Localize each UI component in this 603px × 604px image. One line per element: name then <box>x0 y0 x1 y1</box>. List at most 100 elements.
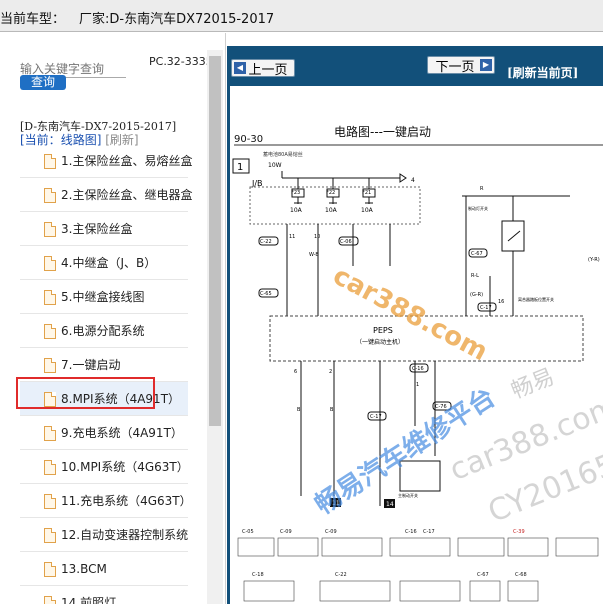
svg-text:W-B: W-B <box>309 252 319 258</box>
svg-text:C-06: C-06 <box>340 239 352 245</box>
brake-switch-label: 制动灯开关 <box>468 205 488 211</box>
topic-tree: 1.主保险丝盒、易熔丝盒 2.主保险丝盒、继电器盒 3.主保险丝盒 4.中继盒（… <box>20 144 192 604</box>
arrow-right-icon: ▶ <box>480 59 492 71</box>
file-icon <box>44 494 56 509</box>
peps-module-outline <box>269 315 584 362</box>
svg-text:C-09: C-09 <box>280 529 292 535</box>
svg-text:(Y-R): (Y-R) <box>588 257 600 263</box>
tree-item-label: 9.充电系统（4A91T） <box>61 426 183 440</box>
file-icon <box>44 188 56 203</box>
svg-text:14: 14 <box>386 501 394 508</box>
sidebar-scrollbar[interactable] <box>207 50 223 604</box>
prev-page-label: 上一页 <box>248 62 288 78</box>
peps-label: PEPS <box>373 326 393 335</box>
tree-item[interactable]: 12.自动变速器控制系统 <box>20 518 188 552</box>
tree-item[interactable]: 5.中继盒接线图 <box>20 280 188 314</box>
right-module-label: 离合器踏板位置开关 <box>518 296 554 302</box>
file-icon <box>44 426 56 441</box>
svg-text:C-09: C-09 <box>325 529 337 535</box>
arrow-left-icon: ◀ <box>234 62 246 74</box>
current-vehicle-value: 厂家:D-东南汽车DX72015-2017 <box>79 12 275 27</box>
tree-item[interactable]: 13.BCM <box>20 552 188 586</box>
tree-item-label: 10.MPI系统（4G63T） <box>61 460 189 474</box>
prev-page-button[interactable]: ◀ 上一页 <box>231 59 295 78</box>
svg-text:10A: 10A <box>325 207 338 214</box>
file-icon <box>44 222 56 237</box>
svg-text:C-05: C-05 <box>242 529 254 535</box>
tree-item[interactable]: 14.前照灯 <box>20 586 188 604</box>
file-icon <box>44 392 56 407</box>
tree-item-selected[interactable]: 8.MPI系统（4A91T） <box>20 382 188 416</box>
svg-text:C-76: C-76 <box>435 404 447 410</box>
svg-text:10A: 10A <box>361 207 374 214</box>
svg-text:10A: 10A <box>290 207 303 214</box>
jb-label: J/B <box>251 179 263 188</box>
file-icon <box>44 256 56 271</box>
svg-text:11: 11 <box>289 234 295 240</box>
svg-text:C-18: C-18 <box>252 572 264 578</box>
section-number: 1 <box>237 162 243 173</box>
svg-text:11: 11 <box>332 500 340 507</box>
tree-item-label: 12.自动变速器控制系统 <box>61 528 189 542</box>
wiring-diagram: 90-30 电路图---一键启动 1 J/B 蓄电池80A易熔丝 10W 4 F… <box>232 124 603 602</box>
tree-item[interactable]: 9.充电系统（4A91T） <box>20 416 188 450</box>
next-page-label: 下一页 <box>435 59 475 75</box>
file-icon <box>44 528 56 543</box>
tree-item[interactable]: 2.主保险丝盒、继电器盒 <box>20 178 192 212</box>
tree-item[interactable]: 1.主保险丝盒、易熔丝盒 <box>20 144 192 178</box>
file-icon <box>44 358 56 373</box>
tree-item[interactable]: 6.电源分配系统 <box>20 314 188 348</box>
svg-text:C-17: C-17 <box>423 529 435 535</box>
doc-code: PC.32-3335 <box>149 55 213 68</box>
svg-text:C-22: C-22 <box>335 572 347 578</box>
page-code: 90-30 <box>234 134 263 145</box>
svg-text:B: B <box>297 407 301 413</box>
tree-item-label: 6.电源分配系统 <box>61 324 145 338</box>
tree-item-label: 7.一键启动 <box>61 358 121 372</box>
svg-text:R: R <box>480 186 484 192</box>
svg-text:F22: F22 <box>326 190 335 196</box>
next-page-button[interactable]: 下一页 ▶ <box>427 56 495 75</box>
tree-item[interactable]: 10.MPI系统（4G63T） <box>20 450 189 484</box>
tree-item-label: 11.充电系统（4G63T） <box>61 494 192 508</box>
svg-text:F23: F23 <box>291 190 300 196</box>
file-icon <box>44 324 56 339</box>
svg-text:C-39: C-39 <box>513 529 525 535</box>
svg-text:4: 4 <box>411 177 415 184</box>
tree-item[interactable]: 4.中继盒（J、B） <box>20 246 188 280</box>
fuse-note: 蓄电池80A易熔丝 <box>263 151 303 158</box>
svg-text:C-22: C-22 <box>260 239 272 245</box>
tree-item[interactable]: 3.主保险丝盒 <box>20 212 188 246</box>
svg-text:C-17: C-17 <box>370 414 382 420</box>
tree-item-label: 4.中继盒（J、B） <box>61 256 157 270</box>
fuse-group: F23 F22 F21 10A 10A 10A <box>290 178 376 214</box>
diagram-title: 电路图---一键启动 <box>334 124 431 139</box>
viewer-toolbar: ◀ 上一页 下一页 ▶ [刷新当前页] <box>227 46 603 86</box>
tree-item-active[interactable]: 7.一键启动 <box>20 348 188 382</box>
left-panel: 查询 PC.32-3335 [D-东南汽车-DX7-2015-2017] [当前… <box>0 33 226 604</box>
scrollbar-thumb[interactable] <box>209 56 221 426</box>
svg-text:C-67: C-67 <box>471 251 483 257</box>
w10-label: 10W <box>268 162 282 169</box>
tree-item-label: 14.前照灯 <box>61 596 117 604</box>
peps-sublabel: （一键启动主机） <box>356 338 404 346</box>
diagram-page: 90-30 电路图---一键启动 1 J/B 蓄电池80A易熔丝 10W 4 F… <box>227 86 603 604</box>
tree-item-label: 5.中继盒接线图 <box>61 290 145 304</box>
file-icon <box>44 154 56 169</box>
tree-item-label: 1.主保险丝盒、易熔丝盒 <box>61 154 193 168</box>
svg-text:C-16: C-16 <box>412 366 424 372</box>
tree-item-label: 3.主保险丝盒 <box>61 222 133 236</box>
tree-item-label: 8.MPI系统（4A91T） <box>61 392 181 406</box>
file-icon <box>44 596 56 604</box>
svg-text:C-16: C-16 <box>405 529 417 535</box>
file-icon <box>44 460 56 475</box>
svg-text:2: 2 <box>329 369 332 375</box>
svg-text:R-L: R-L <box>471 273 479 279</box>
search-button[interactable]: 查询 <box>20 75 66 90</box>
document-viewer: ◀ 上一页 下一页 ▶ [刷新当前页] 90-30 电路图---一键启动 1 J… <box>227 33 603 604</box>
file-icon <box>44 562 56 577</box>
tree-item[interactable]: 11.充电系统（4G63T） <box>20 484 192 518</box>
svg-text:C-65: C-65 <box>260 291 272 297</box>
refresh-page-link[interactable]: [刷新当前页] <box>507 64 578 81</box>
svg-text:16: 16 <box>498 299 504 305</box>
